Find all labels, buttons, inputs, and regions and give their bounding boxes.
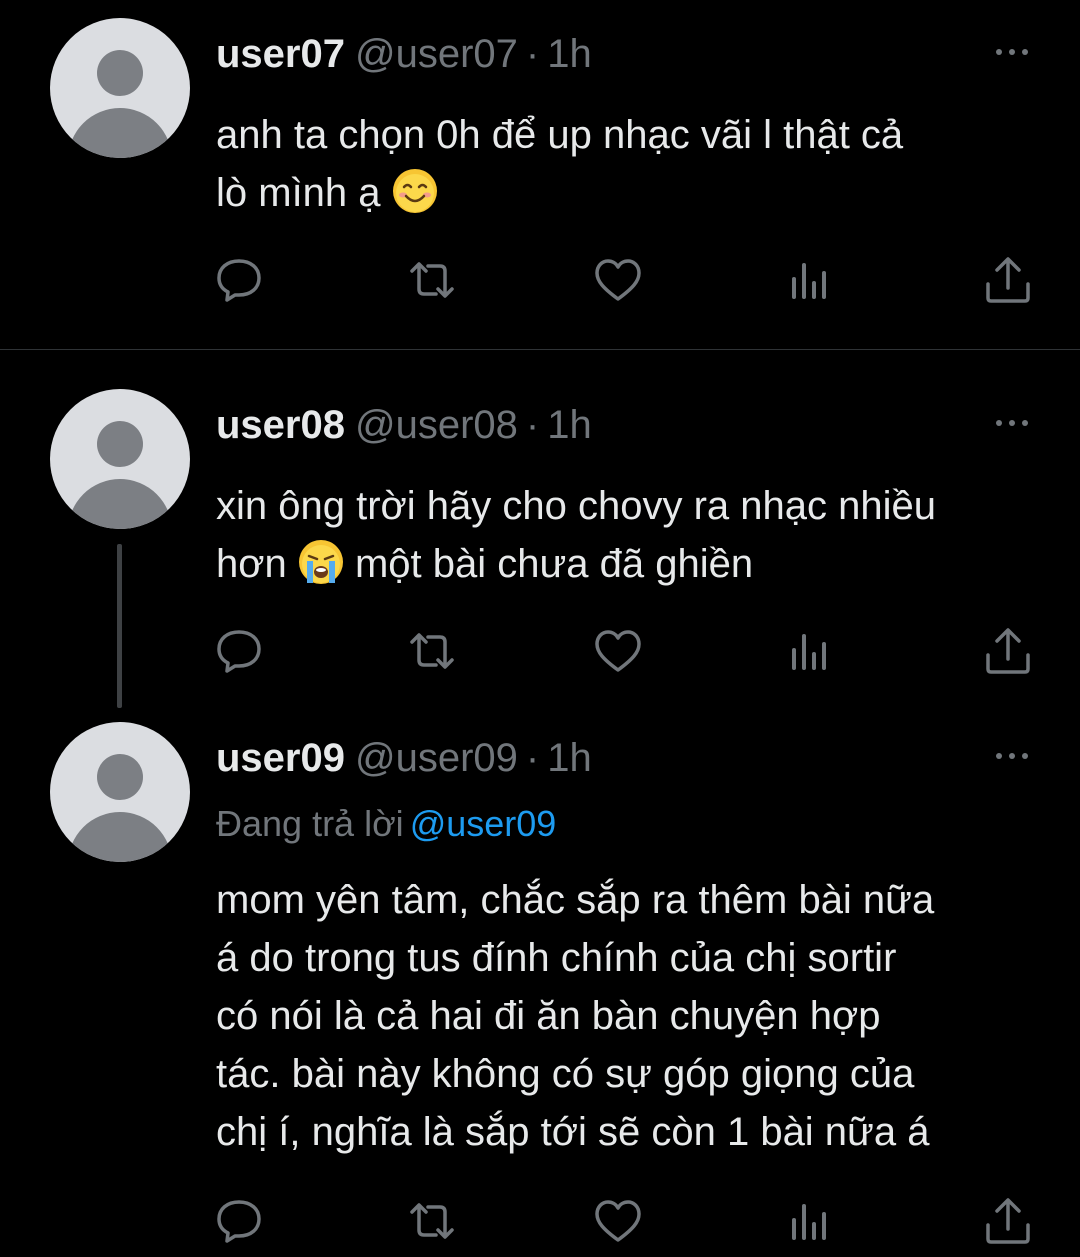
thread-connector-line	[117, 544, 122, 708]
reply-icon[interactable]	[214, 1196, 264, 1246]
avatar[interactable]	[50, 18, 190, 158]
tweet-text-line: tác. bài này không có sự góp giọng của	[216, 1052, 915, 1096]
tweet-text-line: mom yên tâm, chắc sắp ra thêm bài nữa	[216, 878, 935, 922]
smiling-face-emoji-icon	[392, 169, 437, 213]
avatar-body-shape	[68, 108, 172, 158]
replying-to: Đang trả lời @user09	[216, 802, 556, 846]
tweet-text-line: anh ta chọn 0h để up nhạc vãi l thật cả	[216, 113, 904, 157]
tweet-text-line: chị í, nghĩa là sắp tới sẽ còn 1 bài nữa…	[216, 1110, 930, 1154]
tweet-actions	[0, 255, 1080, 305]
views-icon[interactable]	[785, 1196, 835, 1246]
avatar-head-shape	[97, 50, 143, 96]
retweet-icon[interactable]	[407, 255, 457, 305]
dot-separator: ·	[525, 403, 540, 447]
avatar-head-shape	[97, 754, 143, 800]
more-icon[interactable]	[992, 42, 1032, 62]
reply-icon[interactable]	[214, 255, 264, 305]
share-icon[interactable]	[983, 255, 1033, 305]
display-name[interactable]: user09	[216, 736, 345, 780]
more-icon[interactable]	[992, 746, 1032, 766]
like-icon[interactable]	[593, 626, 643, 676]
tweet-text-line: xin ông trời hãy cho chovy ra nhạc nhiều	[216, 484, 936, 528]
tweet-text-line: có nói là cả hai đi ăn bàn chuyện hợp	[216, 994, 881, 1038]
tweet-text: anh ta chọn 0h để up nhạc vãi l thật cả …	[216, 106, 1056, 222]
avatar[interactable]	[50, 722, 190, 862]
tweet-text-segment: lò mình ạ	[216, 171, 381, 215]
tweet-text: xin ông trời hãy cho chovy ra nhạc nhiều…	[216, 477, 1056, 593]
tweet-text: mom yên tâm, chắc sắp ra thêm bài nữa á …	[216, 871, 1056, 1161]
dot-separator: ·	[525, 736, 540, 780]
tweet-actions	[0, 1196, 1080, 1246]
more-icon[interactable]	[992, 413, 1032, 433]
tweet-header: user08 @user08 · 1h	[216, 401, 592, 449]
tweet-text-line: á do trong tus đính chính của chị sortir	[216, 936, 897, 980]
tweet-text-segment: hơn	[216, 542, 287, 586]
avatar-head-shape	[97, 421, 143, 467]
tweet-divider	[0, 349, 1080, 350]
tweet-text-segment: một bài chưa đã ghiền	[354, 542, 754, 586]
tweet-text-line: hơn một bài chưa đã ghiền	[216, 535, 1056, 593]
timestamp[interactable]: 1h	[547, 32, 592, 76]
share-icon[interactable]	[983, 626, 1033, 676]
display-name[interactable]: user07	[216, 32, 345, 76]
avatar-body-shape	[68, 479, 172, 529]
views-icon[interactable]	[785, 255, 835, 305]
share-icon[interactable]	[983, 1196, 1033, 1246]
crying-face-emoji-icon	[298, 540, 343, 584]
tweet-header: user09 @user09 · 1h	[216, 734, 592, 782]
dot-separator: ·	[525, 32, 540, 76]
avatar[interactable]	[50, 389, 190, 529]
avatar-body-shape	[68, 812, 172, 862]
retweet-icon[interactable]	[407, 626, 457, 676]
user-handle[interactable]: @user07	[355, 32, 518, 76]
tweet-header: user07 @user07 · 1h	[216, 30, 592, 78]
tweet-actions	[0, 626, 1080, 676]
timestamp[interactable]: 1h	[547, 403, 592, 447]
replying-label: Đang trả lời	[216, 803, 404, 844]
views-icon[interactable]	[785, 626, 835, 676]
mention-link[interactable]: @user09	[410, 803, 557, 844]
like-icon[interactable]	[593, 1196, 643, 1246]
reply-icon[interactable]	[214, 626, 264, 676]
retweet-icon[interactable]	[407, 1196, 457, 1246]
display-name[interactable]: user08	[216, 403, 345, 447]
like-icon[interactable]	[593, 255, 643, 305]
user-handle[interactable]: @user08	[355, 403, 518, 447]
user-handle[interactable]: @user09	[355, 736, 518, 780]
tweet-text-line: lò mình ạ	[216, 164, 1056, 222]
timestamp[interactable]: 1h	[547, 736, 592, 780]
